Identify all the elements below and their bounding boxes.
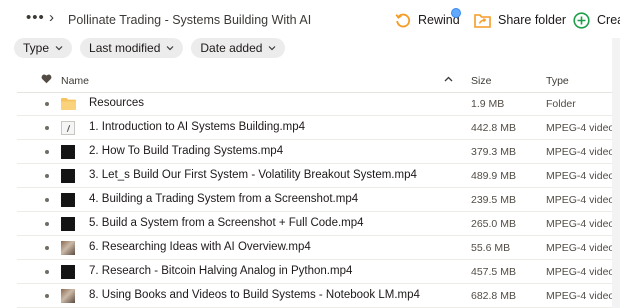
file-type: MPEG-4 video (546, 242, 615, 254)
file-name[interactable]: 5. Build a System from a Screenshot + Fu… (89, 217, 364, 229)
vertical-scrollbar[interactable] (612, 38, 620, 308)
row-bullet (45, 174, 49, 178)
file-type: MPEG-4 video (546, 218, 615, 230)
breadcrumb-chevron-icon[interactable]: › (49, 10, 54, 26)
file-name[interactable]: 4. Building a Trading System from a Scre… (89, 193, 358, 205)
create-label: Crea (597, 13, 620, 27)
file-size: 682.8 MB (471, 290, 516, 302)
file-type: MPEG-4 video (546, 194, 615, 206)
row-bullet (45, 270, 49, 274)
filter-type-label: Type (23, 41, 50, 55)
video-thumbnail (61, 169, 75, 183)
file-row[interactable]: 6. Researching Ideas with AI Overview.mp… (0, 236, 620, 260)
file-row[interactable]: 7. Research - Bitcoin Halving Analog in … (0, 260, 620, 284)
file-size: 239.5 MB (471, 194, 516, 206)
filter-type[interactable]: Type (14, 38, 73, 58)
file-size: 379.3 MB (471, 146, 516, 158)
row-bullet (45, 150, 49, 154)
file-row[interactable]: 3. Let_s Build Our First System - Volati… (0, 164, 620, 188)
share-folder-label: Share folder (498, 13, 567, 27)
video-thumbnail (61, 265, 75, 279)
row-bullet (45, 222, 49, 226)
row-bullet (45, 198, 49, 202)
file-name[interactable]: 1. Introduction to AI Systems Building.m… (89, 121, 305, 133)
folder-icon (61, 98, 76, 110)
file-type: MPEG-4 video (546, 266, 615, 278)
column-type-header[interactable]: Type (546, 75, 569, 87)
video-thumbnail (61, 121, 75, 135)
file-size: 442.8 MB (471, 122, 516, 134)
file-row[interactable]: 4. Building a Trading System from a Scre… (0, 188, 620, 212)
column-name-header[interactable]: Name (61, 75, 89, 87)
file-row[interactable]: 5. Build a System from a Screenshot + Fu… (0, 212, 620, 236)
sort-ascending-icon[interactable] (444, 75, 453, 84)
share-folder-icon (474, 13, 491, 28)
share-folder-button[interactable]: Share folder (474, 9, 566, 31)
chevron-down-icon (55, 46, 63, 51)
top-bar: ••• › Pollinate Trading - Systems Buildi… (0, 0, 620, 38)
file-size: 265.0 MB (471, 218, 516, 230)
file-name[interactable]: 6. Researching Ideas with AI Overview.mp… (89, 241, 311, 253)
rewind-button[interactable]: Rewind (395, 9, 460, 31)
video-thumbnail (61, 289, 75, 303)
row-bullet (45, 126, 49, 130)
create-button[interactable]: Crea (573, 9, 620, 31)
rewind-icon (395, 13, 411, 28)
file-size: 489.9 MB (471, 170, 516, 182)
plus-circle-icon (573, 11, 590, 29)
file-type: MPEG-4 video (546, 122, 615, 134)
file-type: Folder (546, 98, 576, 110)
video-thumbnail (61, 145, 75, 159)
chevron-down-icon (166, 46, 174, 51)
file-name[interactable]: Resources (89, 97, 144, 109)
more-options-icon[interactable]: ••• (26, 10, 45, 25)
notification-dot (451, 8, 461, 18)
video-thumbnail (61, 193, 75, 207)
file-row[interactable]: 8. Using Books and Videos to Build Syste… (0, 284, 620, 308)
file-row[interactable]: 2. How To Build Trading Systems.mp4 379.3… (0, 140, 620, 164)
row-bullet (45, 246, 49, 250)
file-row[interactable]: Resources 1.9 MB Folder (0, 92, 620, 116)
filter-date-added[interactable]: Date added (191, 38, 286, 58)
row-bullet (45, 102, 49, 106)
file-size: 55.6 MB (471, 242, 511, 254)
video-thumbnail (61, 241, 75, 255)
heart-icon[interactable] (41, 74, 52, 84)
file-name[interactable]: 8. Using Books and Videos to Build Syste… (89, 289, 420, 301)
file-size: 457.5 MB (471, 266, 516, 278)
file-row[interactable]: 1. Introduction to AI Systems Building.m… (0, 116, 620, 140)
file-type: MPEG-4 video (546, 290, 615, 302)
column-size-header[interactable]: Size (471, 75, 491, 87)
file-type: MPEG-4 video (546, 146, 615, 158)
breadcrumb[interactable]: Pollinate Trading - Systems Building Wit… (68, 13, 311, 27)
filter-date-added-label: Date added (200, 41, 263, 55)
filter-last-modified-label: Last modified (89, 41, 161, 55)
row-bullet (45, 294, 49, 298)
file-list-header: Name Size Type (0, 70, 620, 92)
chevron-down-icon (269, 46, 276, 51)
file-name[interactable]: 7. Research - Bitcoin Halving Analog in … (89, 265, 352, 277)
file-size: 1.9 MB (471, 98, 505, 110)
file-list: Resources 1.9 MB Folder 1. Introduction to … (0, 92, 620, 308)
file-type: MPEG-4 video (546, 170, 615, 182)
video-thumbnail (61, 217, 75, 231)
file-name[interactable]: 3. Let_s Build Our First System - Volati… (89, 169, 417, 181)
filter-bar: Type Last modified Date added (14, 38, 286, 58)
file-name[interactable]: 2. How To Build Trading Systems.mp4 (89, 145, 283, 157)
filter-last-modified[interactable]: Last modified (80, 38, 184, 58)
